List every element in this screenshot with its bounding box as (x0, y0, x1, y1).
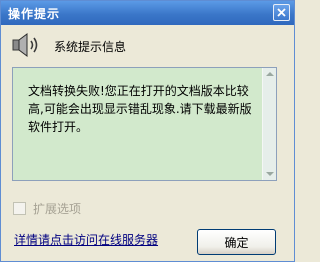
header-title: 系统提示信息 (54, 40, 127, 54)
dialog-window: 操作提示 系统提示信息 文档转换失败!您正在打开的文档版本比较高,可能会出现显示… (0, 0, 295, 262)
scroll-down-icon[interactable] (266, 172, 274, 176)
title-bar[interactable]: 操作提示 (1, 1, 294, 25)
message-scrollbar[interactable] (262, 68, 276, 180)
message-text: 文档转换失败!您正在打开的文档版本比较高,可能会出现显示错乱现象.请下载最新版软… (28, 84, 252, 134)
message-box: 文档转换失败!您正在打开的文档版本比较高,可能会出现显示错乱现象.请下载最新版软… (12, 67, 277, 181)
ok-button[interactable]: 确定 (197, 229, 276, 255)
window-title: 操作提示 (8, 6, 61, 21)
expand-options-row: 扩展选项 (13, 200, 81, 216)
expand-options-label: 扩展选项 (33, 201, 82, 216)
close-button[interactable] (273, 4, 290, 21)
expand-options-checkbox[interactable] (13, 201, 26, 215)
speaker-icon (12, 33, 38, 57)
header-row: 系统提示信息 (11, 32, 286, 58)
scroll-up-icon[interactable] (266, 72, 274, 76)
details-link[interactable]: 详情请点击访问在线服务器 (14, 231, 158, 248)
close-icon (277, 8, 286, 17)
